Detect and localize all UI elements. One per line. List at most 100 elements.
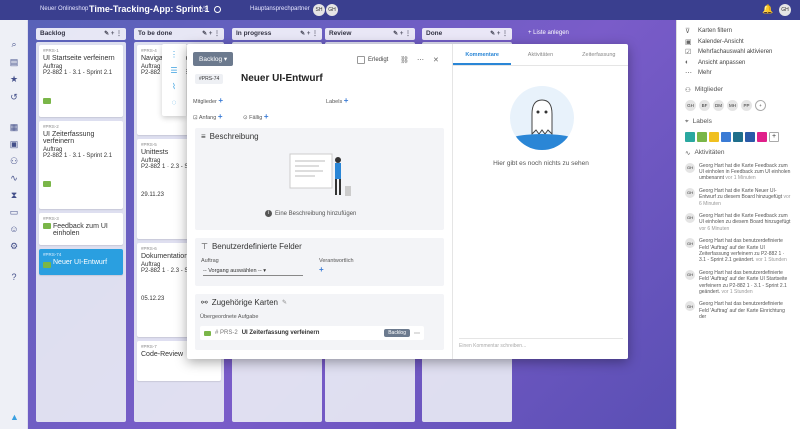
calendar-view-button[interactable]: ▣ Kalender-Ansicht [685,37,792,48]
label-swatch[interactable] [721,131,731,142]
history-icon[interactable]: ↺ [8,91,20,103]
attachment-icon[interactable]: ⌇ [168,82,180,94]
avatar[interactable]: DM [713,99,724,111]
label-swatch[interactable] [709,131,719,142]
left-navigation: ⌕ ▤ ★ ↺ ▦ ▣ ⚇ ∿ ⧗ ▭ ☺ ⚙ ? [0,20,28,429]
done-checkbox[interactable]: Erledigt [357,56,388,64]
column-header[interactable]: To be done ✎ + ⋮ [134,28,224,40]
start-date-field[interactable]: ⊡ Anfang + [193,112,222,121]
column-backlog: Backlog ✎ + ⋮ #PRS-1 UI Startseite verfei… [36,28,126,428]
star-icon[interactable]: ☆ [200,4,208,15]
avatar[interactable]: SH [313,4,325,16]
column-actions-icon[interactable]: ✎ + ⋮ [104,30,122,37]
grid-icon[interactable]: ⋮ [168,50,180,62]
add-description-button[interactable]: i Eine Beschreibung hinzufügen [265,210,356,217]
hourglass-icon[interactable]: ⧗ [8,189,20,201]
user-avatar[interactable]: GH [779,4,791,16]
tab-comments[interactable]: Kommentare [453,44,512,65]
workspace-name[interactable]: Neuer Onlineshop [40,6,88,12]
gear-icon[interactable]: ⚙ [8,240,20,252]
avatar[interactable]: BF [699,99,710,111]
filter-cards-button[interactable]: ⊽ Karten filtern [685,26,792,37]
list-item-active[interactable]: #PRS-74 Neuer UI-Entwurf [39,249,123,275]
more-button[interactable]: ⋯ Mehr [685,68,792,79]
board-icon[interactable]: ▦ [8,121,20,133]
star-icon[interactable]: ★ [8,73,20,85]
label-swatch[interactable] [697,131,707,142]
list-item[interactable]: #PRS-3 Feedback zum UI einholen [39,213,123,245]
column-actions-icon[interactable]: ✎ + ⋮ [490,30,508,37]
status-dot-icon[interactable] [214,6,221,13]
board-title[interactable]: Time-Tracking-App: Sprint 1 [89,4,209,14]
tab-time-tracking[interactable]: Zeiterfassung [570,44,628,65]
label-swatch[interactable] [745,131,755,142]
modal-toolbar: ⋮ ☰ ⌇ ◌ [162,44,186,116]
label-swatch[interactable] [757,131,767,142]
archive-icon[interactable]: ▭ [8,206,20,218]
bell-icon[interactable]: 🔔 [762,4,773,15]
more-icon[interactable]: ⋯ [417,56,424,64]
tag-icon: ⌖ [685,117,689,125]
list-item[interactable]: #PRS-2 UI Zeiterfassung verfeinern Auftr… [39,121,123,209]
avatar: GH [685,162,695,173]
avatar[interactable]: MH [727,99,738,111]
add-member-button[interactable]: + [218,96,223,105]
more-icon[interactable]: ⋯ [414,330,420,337]
members-title: ⚇ Mitglieder [685,86,724,94]
palette-icon: ◐ [685,59,690,67]
link-icon[interactable]: ⛓ [400,56,409,64]
activity-icon: ∿ [685,149,691,157]
close-icon[interactable]: ✕ [433,56,439,64]
link-icon[interactable]: ◌ [168,98,180,110]
pulse-icon[interactable]: ∿ [8,172,20,184]
related-cards-section: ⚯ Zugehörige Karten ✎ Übergeordnete Aufga… [195,294,444,350]
user-icon[interactable]: ☺ [8,223,20,235]
multiselect-button[interactable]: ☑ Mehrfachauswahl aktivieren [685,47,792,58]
card-id-badge: #PRS-74 [195,74,224,84]
column-actions-icon[interactable]: ✎ + ⋮ [393,30,411,37]
column-header[interactable]: In progress ✎ + ⋮ [232,28,322,40]
card-detail-modal: Backlog ▾ Erledigt ⛓ ⋯ ✕ #PRS-74 Neuer U… [187,44,628,359]
avatar[interactable]: GH [326,4,338,16]
description-icon: ≡ [201,132,206,141]
add-list-button[interactable]: + Liste anlegen [528,30,569,36]
custom-fields-section: ⊤ Benutzerdefinierte Felder Auftrag -- Vo… [195,238,444,286]
activity-item: GH Georg Hart hat die Karte Neuer UI-Entw… [685,187,791,207]
label-swatch[interactable] [733,131,743,142]
column-header[interactable]: Review ✎ + ⋮ [325,28,415,40]
inbox-icon[interactable]: ▤ [8,56,20,68]
description-section: ≡ Beschreibung i Eine Beschreibung hinzufü… [195,128,444,230]
list-item[interactable]: #PRS-1 UI Startseite verfeinern Auftrag … [39,45,123,117]
help-icon[interactable]: ? [8,271,20,283]
column-header[interactable]: Done ✎ + ⋮ [422,28,512,40]
column-actions-icon[interactable]: ✎ + ⋮ [202,30,220,37]
add-label-button[interactable]: + [344,96,349,105]
activity-item: GH Georg Hart hat das benutzerdefinierte … [685,269,788,295]
label-tag [43,98,51,104]
add-responsible-button[interactable]: + [319,265,324,274]
card-title[interactable]: Neuer UI-Entwurf [241,73,323,84]
column-actions-icon[interactable]: ✎ + ⋮ [300,30,318,37]
column-select[interactable]: Backlog ▾ [193,52,234,66]
activity-list: GH Georg Hart hat die Karte Feedback zum … [685,162,792,321]
customize-view-button[interactable]: ◐ Ansicht anpassen [685,58,792,69]
label-swatch[interactable] [685,131,695,142]
add-member-button[interactable]: + [755,99,766,111]
avatar[interactable]: PP [741,99,752,111]
board-sidebar: ⊽ Karten filtern ▣ Kalender-Ansicht ☑ Mehrf… [676,20,800,429]
comment-input[interactable]: Einen Kommentar schreiben... [459,338,623,349]
search-icon[interactable]: ⌕ [8,38,20,50]
avatar[interactable]: GH [685,99,696,111]
label-tag [204,330,211,336]
label-swatches: + [685,131,792,142]
tab-activities[interactable]: Aktivitäten [511,44,569,65]
order-select[interactable]: -- Vorgang auswählen -- ▾ [203,268,303,276]
avatar: GH [685,269,695,280]
checklist-icon[interactable]: ☰ [168,66,180,78]
team-icon[interactable]: ⚇ [8,155,20,167]
related-card[interactable]: # PRS-2 UI Zeiterfassung verfeinern Back… [200,326,424,340]
calendar-icon[interactable]: ▣ [8,138,20,150]
column-header[interactable]: Backlog ✎ + ⋮ [36,28,126,40]
add-label-button[interactable]: + [769,131,779,142]
due-date-field[interactable]: ⊙ Fällig + [243,112,269,121]
